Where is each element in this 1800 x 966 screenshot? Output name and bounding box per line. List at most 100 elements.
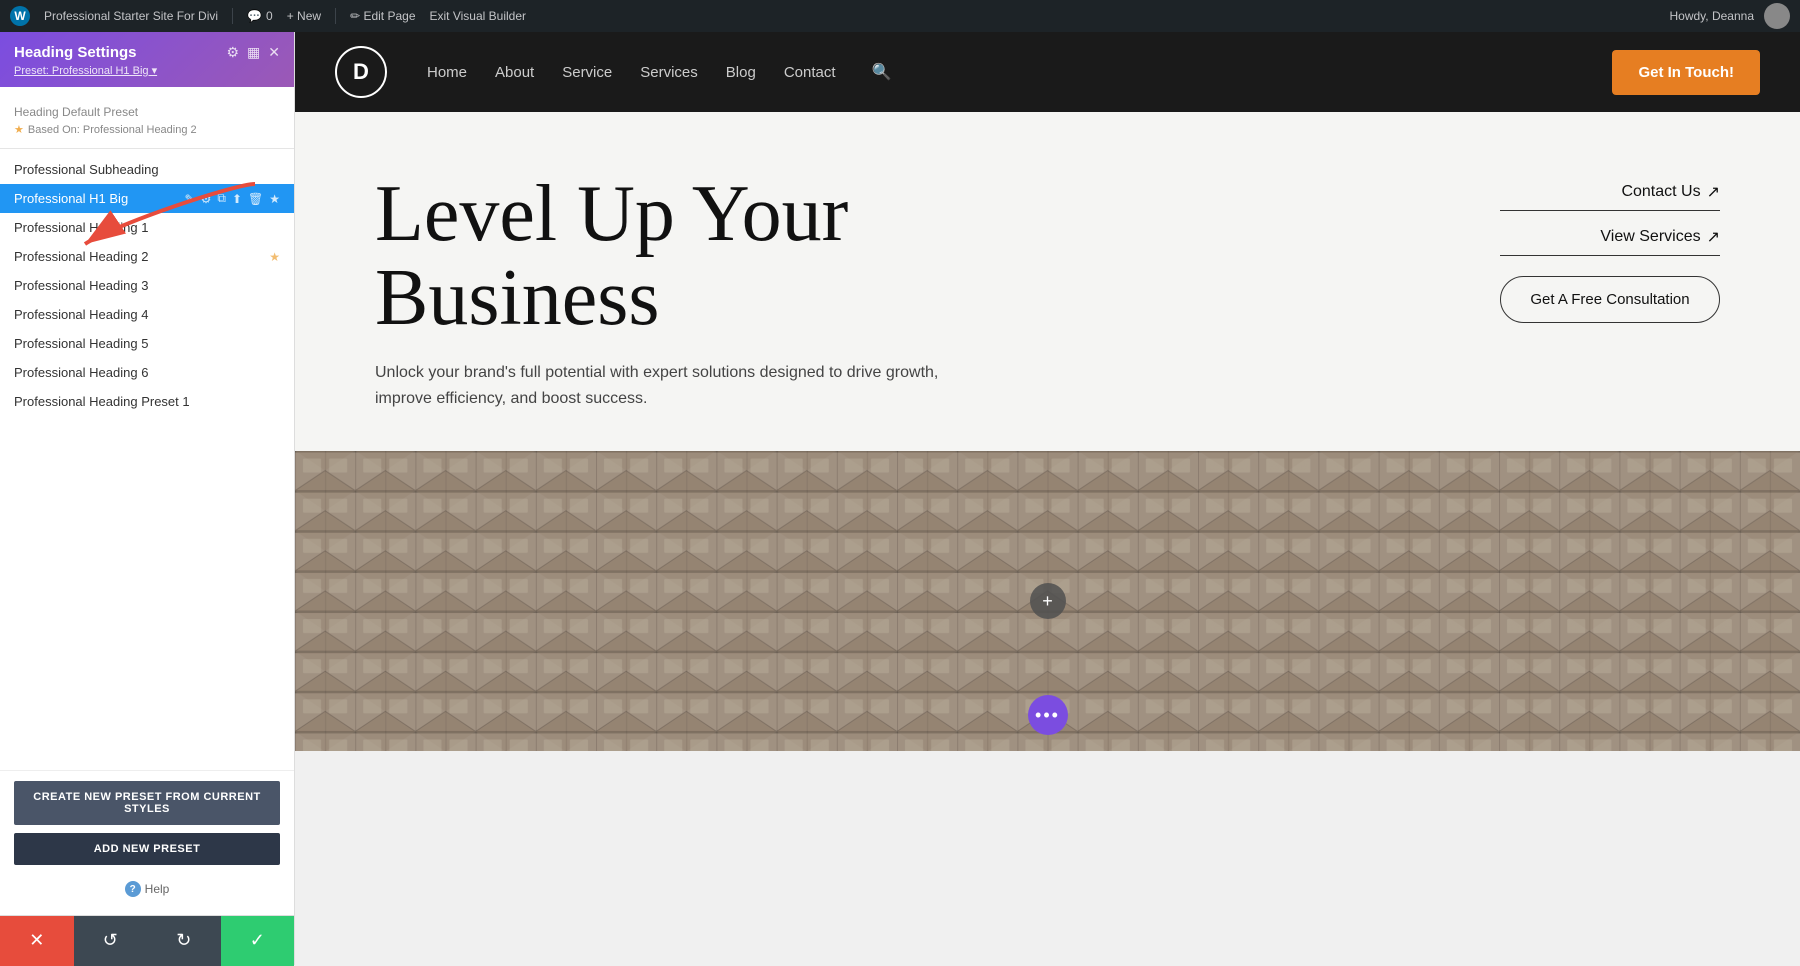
- hero-subtext: Unlock your brand's full potential with …: [375, 360, 955, 411]
- arrow-icon-contact: ↗: [1707, 182, 1720, 202]
- preset-item-preset1[interactable]: Professional Heading Preset 1: [0, 387, 294, 416]
- delete-icon[interactable]: 🗑: [248, 192, 263, 206]
- site-name-label: Professional Starter Site For Divi: [44, 9, 218, 23]
- site-logo: D: [335, 46, 387, 98]
- save-button[interactable]: ✓: [221, 916, 295, 966]
- preset-based-on: ★ Based On: Professional Heading 2: [0, 123, 294, 142]
- preset-name-heading6: Professional Heading 6: [14, 365, 280, 380]
- main-layout: Heading Settings Preset: Professional H1…: [0, 32, 1800, 965]
- undo-button[interactable]: ↺: [74, 916, 148, 966]
- preset-item-heading6[interactable]: Professional Heading 6: [0, 358, 294, 387]
- help-label: Help: [145, 882, 170, 896]
- copy-icon[interactable]: ⧉: [217, 191, 226, 206]
- admin-bar-right: Howdy, Deanna: [1670, 3, 1791, 29]
- export-icon[interactable]: ⬆: [232, 192, 242, 206]
- star-icon-based-on: ★: [14, 123, 24, 136]
- preset-name-subheading: Professional Subheading: [14, 162, 280, 177]
- preset-name-preset1: Professional Heading Preset 1: [14, 394, 280, 409]
- hero-heading: Level Up Your Business: [375, 172, 1460, 340]
- site-nav: Home About Service Services Blog Contact…: [427, 62, 891, 82]
- wp-logo: W: [10, 6, 30, 26]
- preset-item-subheading[interactable]: Professional Subheading: [0, 155, 294, 184]
- left-panel: Heading Settings Preset: Professional H1…: [0, 32, 295, 965]
- site-navbar: D Home About Service Services Blog Conta…: [295, 32, 1800, 112]
- bottom-toolbar: ✕ ↺ ↻ ✓: [0, 915, 294, 965]
- nav-cta-button[interactable]: Get In Touch!: [1612, 50, 1760, 95]
- hero-link-services-label: View Services: [1600, 228, 1700, 246]
- building-background: + •••: [295, 451, 1800, 751]
- hero-consultation-button[interactable]: Get A Free Consultation: [1500, 276, 1720, 323]
- nav-services[interactable]: Services: [640, 64, 698, 81]
- preset-heading2-icons: ★: [269, 250, 280, 264]
- nav-contact[interactable]: Contact: [784, 64, 836, 81]
- hero-heading-line1: Level Up Your: [375, 170, 848, 258]
- search-icon[interactable]: 🔍: [872, 62, 892, 82]
- preset-item-h1big[interactable]: Professional H1 Big ✎ ⚙ ⧉ ⬆ 🗑 ★: [0, 184, 294, 213]
- redo-button[interactable]: ↻: [147, 916, 221, 966]
- hero-link-contact[interactable]: Contact Us ↗: [1500, 182, 1720, 211]
- preset-based-on-text: Based On: Professional Heading 2: [28, 124, 197, 136]
- undo-icon: ↺: [103, 930, 118, 951]
- settings-icon[interactable]: ⚙: [201, 192, 212, 206]
- hero-right: Contact Us ↗ View Services ↗ Get A Free …: [1500, 172, 1720, 323]
- admin-bar-divider1: [232, 8, 233, 24]
- panel-columns-icon[interactable]: ▦: [247, 44, 260, 61]
- preset-name-heading3: Professional Heading 3: [14, 278, 280, 293]
- preset-name-h1big: Professional H1 Big: [14, 191, 185, 206]
- nav-service[interactable]: Service: [562, 64, 612, 81]
- preset-item-heading4[interactable]: Professional Heading 4: [0, 300, 294, 329]
- panel-close-icon[interactable]: ✕: [268, 44, 280, 61]
- preset-h1big-icons: ✎ ⚙ ⧉ ⬆ 🗑 ★: [185, 191, 280, 206]
- admin-bar-divider2: [335, 8, 336, 24]
- edit-page-label: ✏ Edit Page: [350, 9, 415, 23]
- edit-icon[interactable]: ✎: [185, 192, 195, 206]
- user-avatar: [1764, 3, 1790, 29]
- new-label: + New: [287, 9, 321, 23]
- exit-builder-label: Exit Visual Builder: [430, 9, 527, 23]
- hero-heading-line2: Business: [375, 254, 660, 342]
- save-icon: ✓: [250, 930, 265, 951]
- redo-icon: ↻: [176, 930, 191, 951]
- site-name-item[interactable]: Professional Starter Site For Divi: [44, 9, 218, 23]
- panel-header: Heading Settings Preset: Professional H1…: [0, 32, 294, 87]
- star-icon-heading2[interactable]: ★: [269, 250, 280, 264]
- panel-settings-icon[interactable]: ⚙: [226, 44, 239, 61]
- hero-left: Level Up Your Business Unlock your brand…: [375, 172, 1460, 411]
- wp-logo-item[interactable]: W: [10, 6, 30, 26]
- add-section-button[interactable]: +: [1030, 583, 1066, 619]
- preset-name-heading4: Professional Heading 4: [14, 307, 280, 322]
- edit-page-item[interactable]: ✏ Edit Page: [350, 9, 415, 23]
- add-preset-button[interactable]: ADD NEW PRESET: [14, 833, 280, 865]
- nav-blog[interactable]: Blog: [726, 64, 756, 81]
- comment-icon: 💬: [247, 9, 262, 23]
- cancel-icon: ✕: [29, 930, 44, 951]
- nav-about[interactable]: About: [495, 64, 534, 81]
- panel-header-icons: ⚙ ▦ ✕: [226, 44, 280, 61]
- preset-item-heading2[interactable]: Professional Heading 2 ★: [0, 242, 294, 271]
- star-icon[interactable]: ★: [269, 192, 280, 206]
- comments-count: 0: [266, 9, 273, 23]
- create-preset-button[interactable]: CREATE NEW PRESET FROM CURRENT STYLES: [14, 781, 280, 825]
- presets-container: Heading Default Preset ★ Based On: Profe…: [0, 87, 294, 770]
- preset-name-heading1: Professional Heading 1: [14, 220, 280, 235]
- panel-help[interactable]: ? Help: [14, 873, 280, 905]
- comments-item[interactable]: 💬 0: [247, 9, 273, 23]
- more-options-button[interactable]: •••: [1028, 695, 1068, 735]
- panel-preset-label[interactable]: Preset: Professional H1 Big ▾: [14, 64, 157, 77]
- nav-home[interactable]: Home: [427, 64, 467, 81]
- preset-item-heading3[interactable]: Professional Heading 3: [0, 271, 294, 300]
- preset-name-heading2: Professional Heading 2: [14, 249, 269, 264]
- right-panel: D Home About Service Services Blog Conta…: [295, 32, 1800, 965]
- exit-builder-item[interactable]: Exit Visual Builder: [430, 9, 527, 23]
- arrow-icon-services: ↗: [1707, 227, 1720, 247]
- hero-link-services[interactable]: View Services ↗: [1500, 227, 1720, 256]
- cancel-button[interactable]: ✕: [0, 916, 74, 966]
- new-item[interactable]: + New: [287, 9, 321, 23]
- panel-title: Heading Settings: [14, 44, 157, 61]
- hero-link-contact-label: Contact Us: [1621, 183, 1700, 201]
- preset-item-heading5[interactable]: Professional Heading 5: [0, 329, 294, 358]
- panel-buttons: CREATE NEW PRESET FROM CURRENT STYLES AD…: [0, 770, 294, 915]
- preset-item-heading1[interactable]: Professional Heading 1: [0, 213, 294, 242]
- admin-bar: W Professional Starter Site For Divi 💬 0…: [0, 0, 1800, 32]
- hero-section: Level Up Your Business Unlock your brand…: [295, 112, 1800, 451]
